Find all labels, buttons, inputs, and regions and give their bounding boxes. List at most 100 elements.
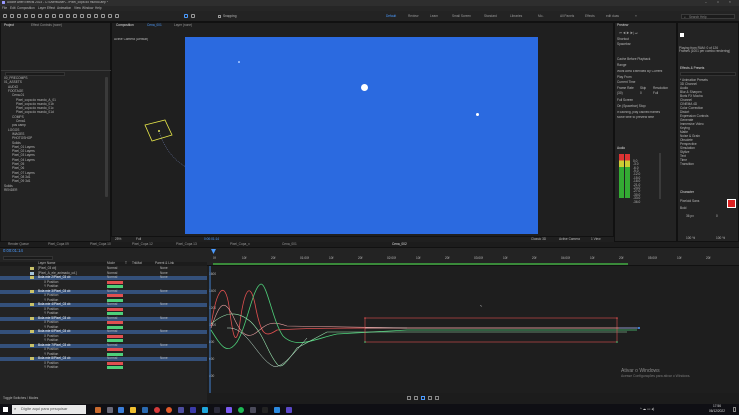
playhead-icon[interactable] <box>211 249 216 254</box>
type-tool-icon[interactable] <box>80 14 84 18</box>
app-icon[interactable] <box>178 406 184 413</box>
property-row[interactable]: Y Position <box>0 365 207 370</box>
spotify-icon[interactable] <box>238 406 244 413</box>
maximize-icon[interactable]: □ <box>717 0 719 5</box>
workspace-small-screen[interactable]: Small Screen <box>452 14 471 19</box>
property-row[interactable]: X Position <box>0 293 207 298</box>
layer-row[interactable]: [Pixel_03 cb] Normal None <box>0 266 207 271</box>
tab-project[interactable]: Project <box>4 23 14 28</box>
close-icon[interactable]: × <box>729 0 731 5</box>
eraser-tool-icon[interactable] <box>101 14 105 18</box>
after-effects-icon[interactable] <box>286 406 292 413</box>
photoshop-icon[interactable] <box>202 406 208 413</box>
windows-start-icon[interactable] <box>3 406 8 412</box>
home-icon[interactable] <box>3 14 7 18</box>
timeline-timecode[interactable]: 0:00:01:14 <box>3 248 23 254</box>
grid-icon[interactable] <box>191 14 195 18</box>
menu-file[interactable]: File <box>2 6 7 11</box>
tab-effect-controls[interactable]: Effect Controls (none) <box>31 23 62 28</box>
rectangle-tool-icon[interactable] <box>66 14 70 18</box>
range-value[interactable]: Work Area Extended By Current <box>617 70 677 74</box>
property-row[interactable]: Y Position <box>0 352 207 357</box>
tracking-field[interactable]: 0 <box>716 214 718 219</box>
vertical-scale-field[interactable]: 100 % <box>686 236 695 241</box>
store-icon[interactable] <box>142 406 148 413</box>
play-from-value[interactable]: Current Time <box>617 80 635 85</box>
after-effects-taskbar-icon[interactable] <box>226 406 232 413</box>
menu-effect[interactable]: Effect <box>47 6 55 11</box>
clock-date[interactable]: 06/12/2022 <box>703 409 731 414</box>
workspace-learn[interactable]: Learn <box>430 14 438 19</box>
tab-comp[interactable]: Pixel_Copa 10 <box>90 242 111 247</box>
property-row[interactable]: Y Position <box>0 338 207 343</box>
layer-row-selected[interactable]: Bola mie 7/Pixel_03 cb Normal None <box>0 343 207 348</box>
skip-value[interactable]: 0 <box>640 91 642 96</box>
tab-comp-active[interactable]: Cena_002 <box>392 242 407 247</box>
effects-search-input[interactable] <box>680 72 736 76</box>
workspace-all-panels[interactable]: All Panels <box>560 14 574 19</box>
tab-comp[interactable]: Pixel_Copa_x <box>230 242 250 247</box>
property-row[interactable]: Y Position <box>0 325 207 330</box>
snapping-checkbox[interactable] <box>218 15 221 18</box>
minimize-icon[interactable]: – <box>705 0 707 5</box>
taskbar-search-box[interactable]: ⌕ Digite aqui para pesquisar <box>12 405 86 414</box>
chrome-icon[interactable] <box>166 406 172 413</box>
menu-view[interactable]: View <box>74 6 81 11</box>
ball-white-small[interactable] <box>476 113 479 116</box>
menu-animation[interactable]: Animation <box>57 6 71 11</box>
app-icon[interactable] <box>214 406 220 413</box>
font-style-dropdown[interactable]: Bold <box>680 206 686 211</box>
system-tray-icons[interactable]: ^ ☁ ▭ ◂) <box>640 407 654 411</box>
property-row[interactable]: X Position <box>0 361 207 366</box>
t-header[interactable]: T <box>125 261 127 266</box>
hand-tool-icon[interactable] <box>17 14 21 18</box>
font-size-field[interactable]: 36 px <box>686 214 694 219</box>
fill-color-swatch[interactable] <box>727 199 736 208</box>
zoom-tool-icon[interactable] <box>24 14 28 18</box>
opera-icon[interactable] <box>154 406 160 413</box>
menu-edit[interactable]: Edit <box>10 6 16 11</box>
align-icon[interactable] <box>184 14 188 18</box>
layer-row-selected[interactable]: Bola mie 6/Pixel_03 cb Normal None <box>0 329 207 334</box>
audio-volume-slider[interactable] <box>659 153 661 199</box>
shortcut-value[interactable]: Spacebar <box>617 42 631 47</box>
graph-ease-icon[interactable] <box>421 396 425 400</box>
dolly-tool-icon[interactable] <box>45 14 49 18</box>
layer-row-selected[interactable]: Bola mie 2/Pixel_03 cb Normal None <box>0 275 207 280</box>
graph-snap-icon[interactable] <box>414 396 418 400</box>
file-explorer-icon[interactable] <box>130 406 136 413</box>
tab-comp[interactable]: Pixel_Copa 13 <box>176 242 197 247</box>
property-row[interactable]: X Position <box>0 280 207 285</box>
layer-row-selected[interactable]: Bola mie 8/Pixel_03 cb Normal None <box>0 356 207 361</box>
property-row[interactable]: Y Position <box>0 284 207 289</box>
tab-comp[interactable]: Cena_001 <box>282 242 297 247</box>
workspace-libraries[interactable]: Libraries <box>510 14 522 19</box>
pen-tool-icon[interactable] <box>73 14 77 18</box>
time-ruler[interactable]: 0f 10f 20f 01:00f 10f 20f 02:00f 10f 20f… <box>207 248 739 265</box>
project-scrollbar[interactable] <box>105 77 108 197</box>
horizontal-scale-field[interactable]: 100 % <box>716 236 725 241</box>
roto-tool-icon[interactable] <box>108 14 112 18</box>
pan-tool-icon[interactable] <box>38 14 42 18</box>
property-row[interactable]: Y Position <box>0 311 207 316</box>
full-screen-checkbox[interactable]: Full Screen <box>617 98 633 103</box>
property-row[interactable]: X Position <box>0 307 207 312</box>
menu-help[interactable]: Help <box>95 6 102 11</box>
property-row[interactable]: X Position <box>0 320 207 325</box>
app-icon[interactable] <box>274 406 280 413</box>
if-caching-checkbox[interactable]: If caching, play cached frames <box>617 111 677 115</box>
workspace-effects[interactable]: Effects <box>585 14 595 19</box>
ball-white-large[interactable] <box>361 84 368 91</box>
menu-composition[interactable]: Composition <box>17 6 35 11</box>
graph-hold-icon[interactable] <box>435 396 439 400</box>
composition-canvas[interactable] <box>185 37 538 234</box>
news-widget-icon[interactable] <box>95 406 101 413</box>
clone-tool-icon[interactable] <box>94 14 98 18</box>
app-icon[interactable] <box>262 406 268 413</box>
playback-controls[interactable]: ⏮ ◀ ▶ ▶| ⏭ <box>619 31 638 36</box>
orbit-tool-icon[interactable] <box>31 14 35 18</box>
workspace-standard[interactable]: Standard <box>484 14 497 19</box>
brush-tool-icon[interactable] <box>87 14 91 18</box>
graph-fit-icon[interactable] <box>407 396 411 400</box>
workspace-edit-duas[interactable]: edit duas <box>606 14 619 19</box>
